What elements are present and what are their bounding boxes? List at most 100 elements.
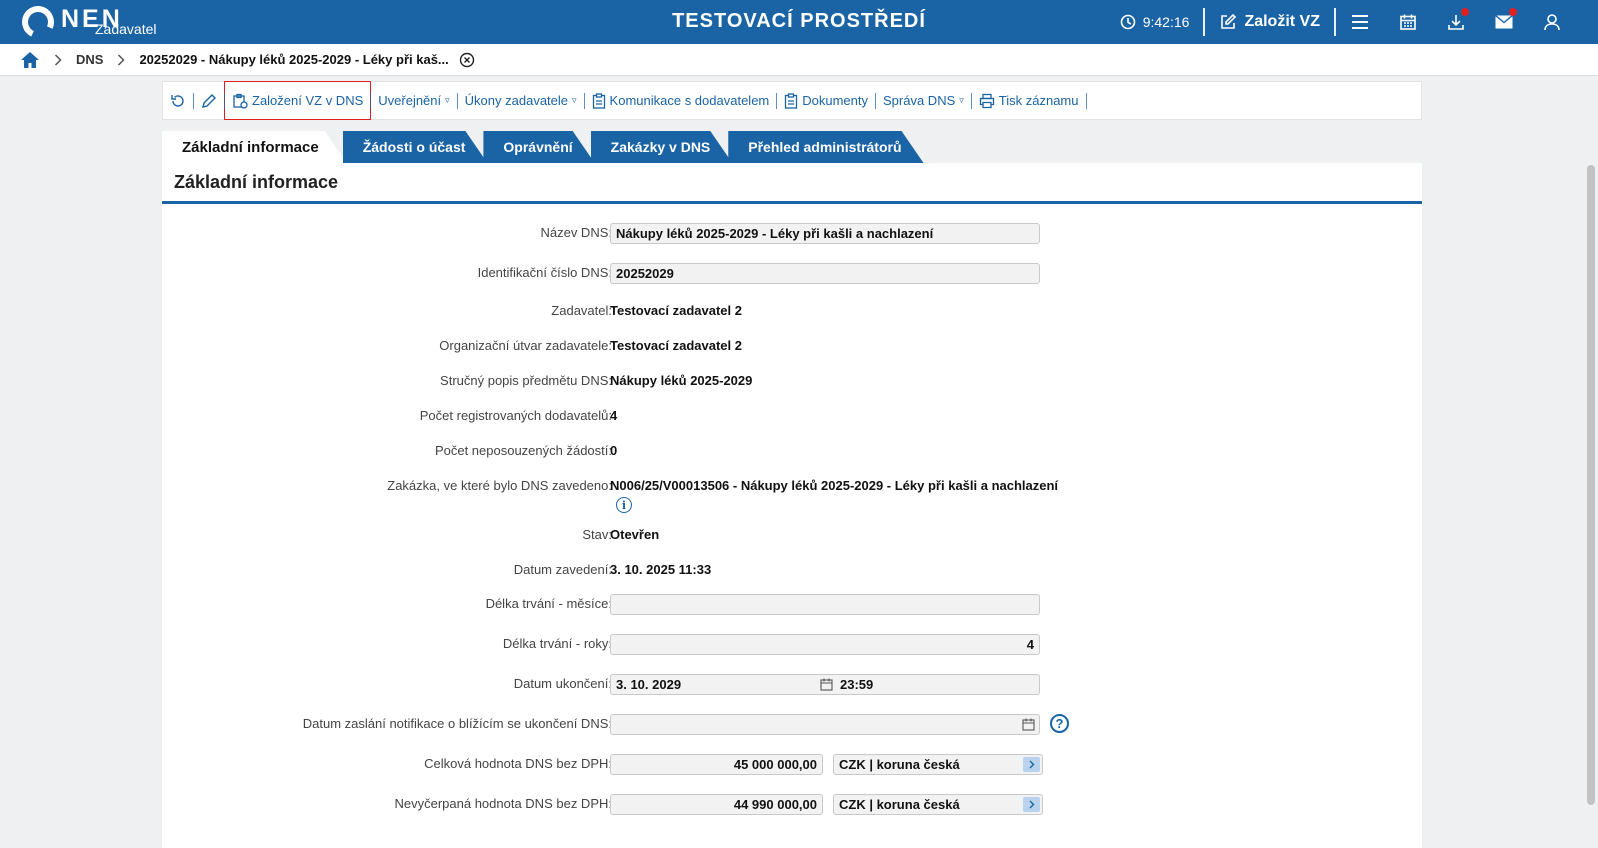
utvar-label: Organizační útvar zadavatele: xyxy=(439,338,612,353)
tisk-label: Tisk záznamu xyxy=(998,93,1079,108)
zadavatel-label: Zadavatel: xyxy=(551,303,612,318)
edit-button[interactable] xyxy=(194,82,224,119)
ukony-menu[interactable]: Úkony zadavatele ▿ xyxy=(458,82,584,119)
pocet-dodavatelu-value: 4 xyxy=(610,408,618,423)
popis-label: Stručný popis předmětu DNS: xyxy=(440,373,612,388)
calendar-button[interactable] xyxy=(1384,0,1432,44)
notifikace-field[interactable] xyxy=(610,714,1040,735)
pocet-zadosti-value: 0 xyxy=(610,443,618,458)
uverejneni-menu[interactable]: Uveřejnění ▿ xyxy=(371,82,456,119)
nazev-label: Název DNS: xyxy=(540,225,612,240)
delka-mesice-field[interactable] xyxy=(610,594,1040,615)
scrollbar-thumb[interactable] xyxy=(1587,165,1595,805)
chevron-right-icon[interactable] xyxy=(1023,797,1040,812)
zakazka-value[interactable]: N006/25/V00013506 - Nákupy léků 2025-202… xyxy=(610,478,1058,493)
clipboard-icon xyxy=(592,92,605,109)
section-title: Základní informace xyxy=(162,163,1422,204)
header-actions: 9:42:16 Založit VZ xyxy=(1120,0,1576,44)
create-vz-button[interactable]: Založit VZ xyxy=(1219,13,1320,31)
delka-roky-label: Délka trvání - roky: xyxy=(502,636,612,651)
nevycerpana-hodnota-field[interactable]: 44 990 000,00 xyxy=(610,794,823,815)
komunikace-button[interactable]: Komunikace s dodavatelem xyxy=(585,82,777,119)
toolbar-divider xyxy=(193,92,194,109)
zalozeni-vz-button[interactable]: Založení VZ v DNS xyxy=(223,81,372,120)
session-clock: 9:42:16 xyxy=(1120,14,1189,30)
mail-icon xyxy=(1495,15,1513,29)
notifikace-label: Datum zaslání notifikace o blížícím se u… xyxy=(302,716,612,731)
toolbar-divider xyxy=(776,92,778,109)
tab-prehled-administratoru[interactable]: Přehled administrátorů xyxy=(728,131,923,163)
datum-ukonceni-time: 23:59 xyxy=(840,677,874,692)
close-circle-icon xyxy=(459,52,474,67)
sprava-dns-menu[interactable]: Správa DNS ▿ xyxy=(876,82,971,119)
messages-button[interactable] xyxy=(1480,0,1528,44)
zalozeni-vz-label: Založení VZ v DNS xyxy=(252,93,364,108)
datum-zavedeni-value: 3. 10. 2025 11:33 xyxy=(610,562,712,577)
datum-ukonceni-label: Datum ukončení: xyxy=(513,676,612,691)
printer-icon xyxy=(979,93,994,108)
logo-subtitle: Zadavatel xyxy=(95,21,157,37)
toolbar-divider xyxy=(583,92,585,109)
hamburger-icon xyxy=(1352,15,1368,29)
celkova-currency-select[interactable]: CZK | koruna česká xyxy=(833,754,1043,775)
tab-opravneni[interactable]: Oprávnění xyxy=(483,131,594,163)
calendar-icon[interactable] xyxy=(820,678,833,691)
downloads-button[interactable] xyxy=(1432,0,1480,44)
detail-panel: Základní informace Název DNS: Nákupy lék… xyxy=(162,163,1422,848)
clipboard-icon xyxy=(785,92,798,109)
id-field[interactable]: 20252029 xyxy=(610,263,1040,284)
notification-dot xyxy=(1509,8,1517,16)
datum-zavedeni-label: Datum zavedení: xyxy=(513,562,612,577)
chevron-right-icon[interactable] xyxy=(1023,757,1040,772)
nevycerpana-currency-select[interactable]: CZK | koruna česká xyxy=(833,794,1043,815)
action-toolbar: Založení VZ v DNS Uveřejnění ▿ Úkony zad… xyxy=(162,81,1422,120)
home-icon[interactable] xyxy=(20,51,40,69)
delka-mesice-label: Délka trvání - měsíce: xyxy=(485,596,612,611)
close-breadcrumb-button[interactable] xyxy=(459,52,475,68)
tab-zakazky-v-dns[interactable]: Zakázky v DNS xyxy=(591,131,733,163)
refresh-icon xyxy=(171,94,184,107)
datum-ukonceni-field[interactable]: 3. 10. 2029 23:59 xyxy=(610,674,1040,695)
toolbar-divider xyxy=(875,92,876,109)
info-icon[interactable]: i xyxy=(616,497,632,513)
calendar-icon xyxy=(1400,14,1416,30)
uverejneni-label: Uveřejnění xyxy=(378,93,442,108)
zakazka-label: Zakázka, ve které bylo DNS zavedeno: xyxy=(387,478,612,493)
caret-down-icon: ▿ xyxy=(959,95,964,105)
sprava-dns-label: Správa DNS xyxy=(883,93,956,108)
refresh-button[interactable] xyxy=(163,82,193,119)
menu-button[interactable] xyxy=(1336,0,1384,44)
celkova-hodnota-field[interactable]: 45 000 000,00 xyxy=(610,754,823,775)
user-button[interactable] xyxy=(1528,0,1576,44)
toolbar-divider xyxy=(370,92,372,109)
nazev-field[interactable]: Nákupy léků 2025-2029 - Léky při kašli a… xyxy=(610,223,1040,244)
toolbar-divider xyxy=(456,92,458,109)
dokumenty-button[interactable]: Dokumenty xyxy=(777,82,875,119)
toolbar-divider xyxy=(970,92,972,109)
help-icon[interactable]: ? xyxy=(1050,714,1069,733)
zadavatel-value: Testovací zadavatel 2 xyxy=(610,303,742,318)
toolbar-divider xyxy=(224,92,225,109)
nevycerpana-hodnota-label: Nevyčerpaná hodnota DNS bez DPH: xyxy=(394,796,612,811)
popis-value: Nákupy léků 2025-2029 xyxy=(610,373,753,388)
breadcrumb-current: 20252029 - Nákupy léků 2025-2029 - Léky … xyxy=(139,52,449,67)
tab-zakladni-informace[interactable]: Základní informace xyxy=(162,131,347,163)
chevron-right-icon xyxy=(54,53,62,66)
delka-roky-field[interactable]: 4 xyxy=(610,634,1040,655)
edit-square-icon xyxy=(1221,13,1237,29)
pencil-icon xyxy=(202,93,216,108)
create-vz-label: Založit VZ xyxy=(1244,13,1320,30)
stav-value: Otevřen xyxy=(610,527,660,542)
header-divider xyxy=(1203,8,1206,36)
download-icon xyxy=(1448,15,1464,30)
breadcrumb: DNS 20252029 - Nákupy léků 2025-2029 - L… xyxy=(0,44,1598,76)
tab-zadosti-o-ucast[interactable]: Žádosti o účast xyxy=(343,131,488,163)
tab-bar: Základní informace Žádosti o účast Opráv… xyxy=(162,131,924,163)
dokumenty-label: Dokumenty xyxy=(802,93,868,108)
calendar-icon[interactable] xyxy=(1022,718,1035,731)
komunikace-label: Komunikace s dodavatelem xyxy=(609,93,770,108)
user-icon xyxy=(1544,14,1560,31)
breadcrumb-dns[interactable]: DNS xyxy=(76,52,103,67)
tisk-button[interactable]: Tisk záznamu xyxy=(972,82,1086,119)
id-label: Identifikační číslo DNS: xyxy=(477,265,612,280)
